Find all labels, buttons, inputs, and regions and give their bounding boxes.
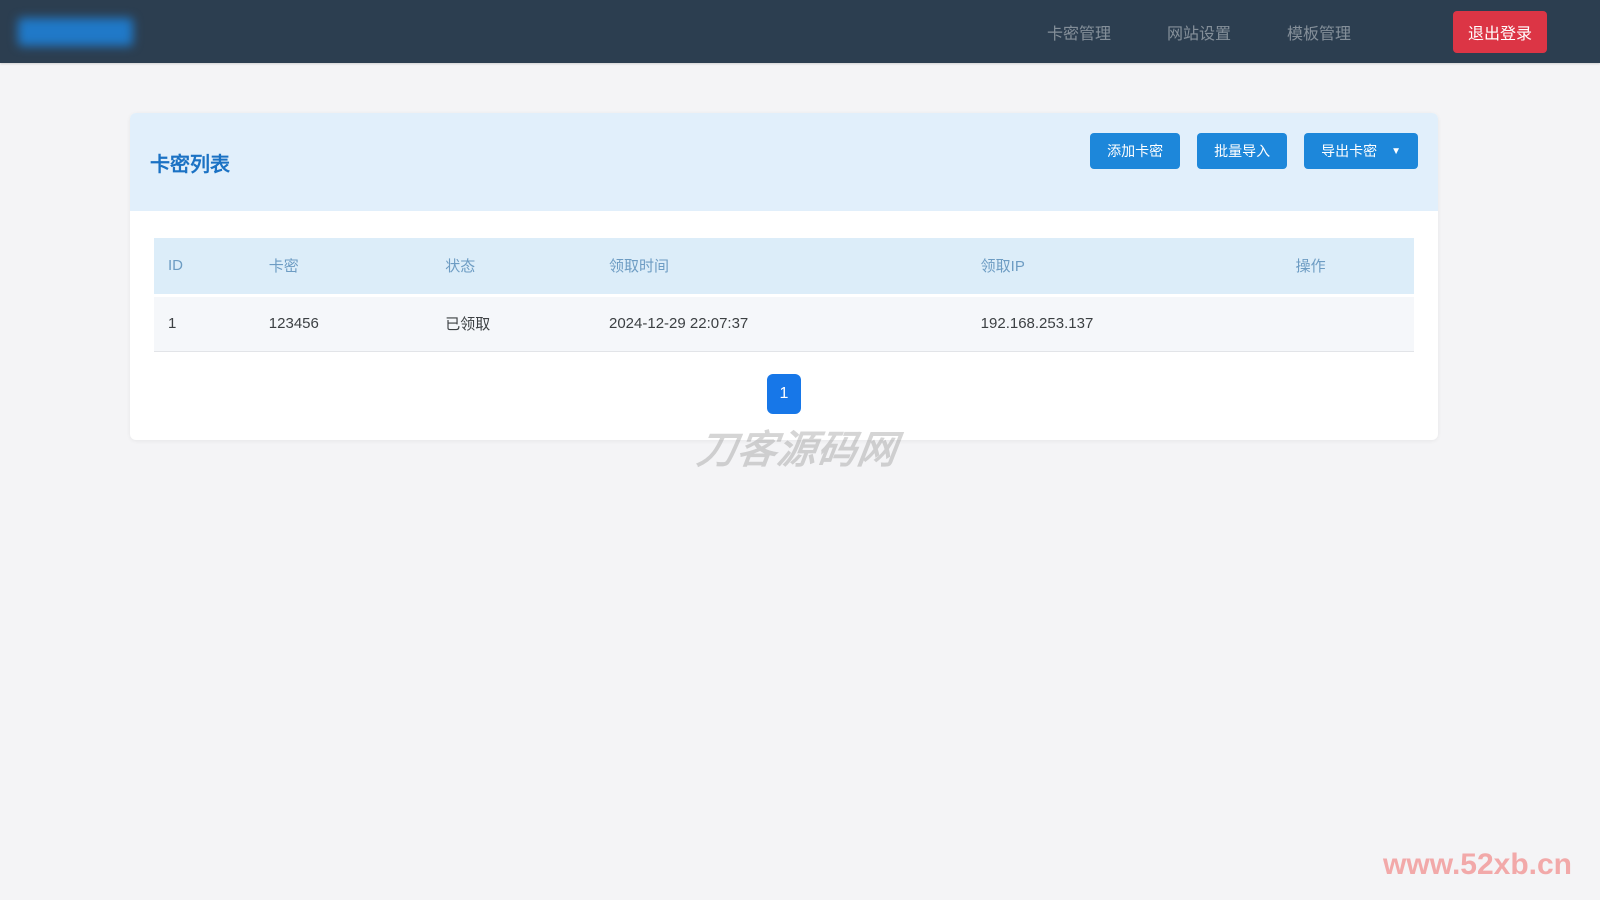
column-header-status: 状态 [431, 238, 595, 297]
bottom-right-watermark: www.52xb.cn [1383, 848, 1572, 881]
card-key-table: ID 卡密 状态 领取时间 领取IP 操作 1 123456 已领取 2024-… [154, 238, 1414, 352]
cell-actions [1281, 295, 1414, 352]
column-header-claim-time: 领取时间 [594, 238, 967, 297]
nav-links: 卡密管理 网站设置 模板管理 退出登录 [1047, 10, 1547, 53]
table-header-row: ID 卡密 状态 领取时间 领取IP 操作 [154, 238, 1414, 297]
pagination: 1 [154, 373, 1414, 414]
card-key-list-panel: 卡密列表 添加卡密 批量导入 导出卡密 ▼ ID 卡密 状态 领取时间 领取IP… [130, 113, 1438, 440]
table-row: 1 123456 已领取 2024-12-29 22:07:37 192.168… [154, 295, 1414, 352]
panel-header: 卡密列表 添加卡密 批量导入 导出卡密 ▼ [130, 113, 1438, 211]
pagination-page-1-button[interactable]: 1 [767, 373, 801, 414]
export-card-key-dropdown-button[interactable]: 导出卡密 ▼ [1304, 133, 1418, 169]
chevron-down-icon: ▼ [1391, 145, 1401, 157]
cell-status: 已领取 [431, 295, 595, 352]
export-button-label: 导出卡密 [1321, 143, 1378, 159]
column-header-claim-ip: 领取IP [966, 238, 1282, 297]
top-navbar: 卡密管理 网站设置 模板管理 退出登录 [0, 0, 1600, 63]
panel-actions: 添加卡密 批量导入 导出卡密 ▼ [1090, 133, 1418, 169]
add-card-key-button[interactable]: 添加卡密 [1090, 133, 1181, 169]
column-header-actions: 操作 [1281, 238, 1414, 297]
cell-claim-time: 2024-12-29 22:07:37 [594, 295, 967, 352]
cell-claim-ip: 192.168.253.137 [966, 295, 1282, 352]
column-header-card-key: 卡密 [254, 238, 432, 297]
batch-import-button[interactable]: 批量导入 [1197, 133, 1288, 169]
column-header-id: ID [154, 238, 255, 297]
nav-item-template-management[interactable]: 模板管理 [1287, 20, 1351, 44]
cell-id: 1 [154, 295, 255, 352]
page-title: 卡密列表 [150, 153, 230, 176]
logout-button[interactable]: 退出登录 [1452, 10, 1547, 53]
nav-item-card-key-management[interactable]: 卡密管理 [1047, 20, 1111, 44]
site-logo[interactable] [18, 17, 133, 46]
nav-item-site-settings[interactable]: 网站设置 [1167, 20, 1231, 44]
cell-card-key: 123456 [254, 295, 432, 352]
panel-body: ID 卡密 状态 领取时间 领取IP 操作 1 123456 已领取 2024-… [130, 211, 1438, 440]
